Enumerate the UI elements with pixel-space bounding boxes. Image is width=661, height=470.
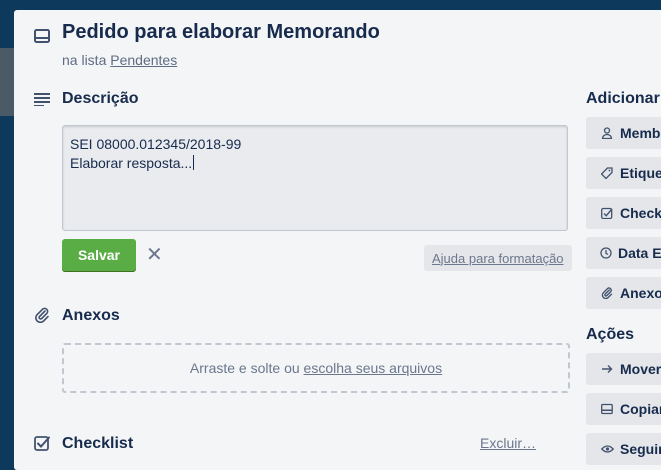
actions-heading: Ações (586, 326, 635, 343)
list-prefix: na lista (62, 52, 107, 68)
card-icon (600, 402, 614, 416)
save-button[interactable]: Salvar (62, 239, 136, 271)
card-icon (33, 27, 51, 45)
paperclip-icon (600, 286, 614, 300)
description-heading: Descrição (62, 90, 139, 107)
clock-icon (600, 246, 612, 260)
card-detail-modal: Pedido para elaborar Memorando na lista … (14, 10, 661, 470)
members-label: Membros (620, 125, 661, 141)
description-textarea[interactable]: SEI 08000.012345/2018-99 Elaborar respos… (62, 125, 568, 231)
card-list-info: na lista Pendentes (62, 52, 177, 68)
person-icon (600, 126, 614, 140)
due-date-button[interactable]: Data Entrega (586, 237, 661, 269)
list-link[interactable]: Pendentes (110, 52, 177, 68)
arrow-right-icon (600, 362, 614, 376)
members-button[interactable]: Membros (586, 117, 661, 149)
board-background-card (0, 48, 14, 116)
description-line-2: Elaborar resposta... (70, 155, 195, 171)
labels-button[interactable]: Etiquetas (586, 157, 661, 189)
checklist-button[interactable]: Checklist (586, 197, 661, 229)
card-title[interactable]: Pedido para elaborar Memorando (62, 21, 380, 44)
checklist-label: Checklist (620, 205, 661, 221)
checklist-heading: Checklist (62, 435, 134, 452)
attachment-label: Anexo (620, 285, 661, 301)
delete-checklist-link[interactable]: Excluir… (480, 435, 536, 451)
checkbox-icon (600, 206, 614, 220)
copy-button[interactable]: Copiar (586, 393, 661, 425)
due-date-label: Data Entrega (618, 245, 661, 261)
attachments-heading: Anexos (62, 307, 120, 324)
labels-label: Etiquetas (620, 165, 661, 181)
paperclip-icon (33, 306, 51, 324)
add-heading: Adicionar (586, 90, 660, 107)
tag-icon (600, 166, 614, 180)
attachment-dropzone[interactable]: Arraste e solte ou escolha seus arquivos (62, 343, 570, 393)
choose-files-link[interactable]: escolha seus arquivos (304, 360, 443, 376)
attachment-button[interactable]: Anexo (586, 277, 661, 309)
dropzone-text: Arraste e solte ou (189, 360, 300, 376)
move-button[interactable]: Mover (586, 353, 661, 385)
follow-label: Seguir (620, 441, 661, 457)
close-icon[interactable]: ✕ (146, 245, 163, 265)
checkbox-icon (33, 434, 51, 452)
description-line-1: SEI 08000.012345/2018-99 (70, 136, 242, 152)
copy-label: Copiar (620, 401, 661, 417)
eye-icon (600, 442, 614, 456)
formatting-help-link[interactable]: Ajuda para formatação (424, 245, 572, 271)
description-icon (33, 90, 51, 108)
move-label: Mover (620, 361, 661, 377)
follow-button[interactable]: Seguir (586, 433, 661, 465)
